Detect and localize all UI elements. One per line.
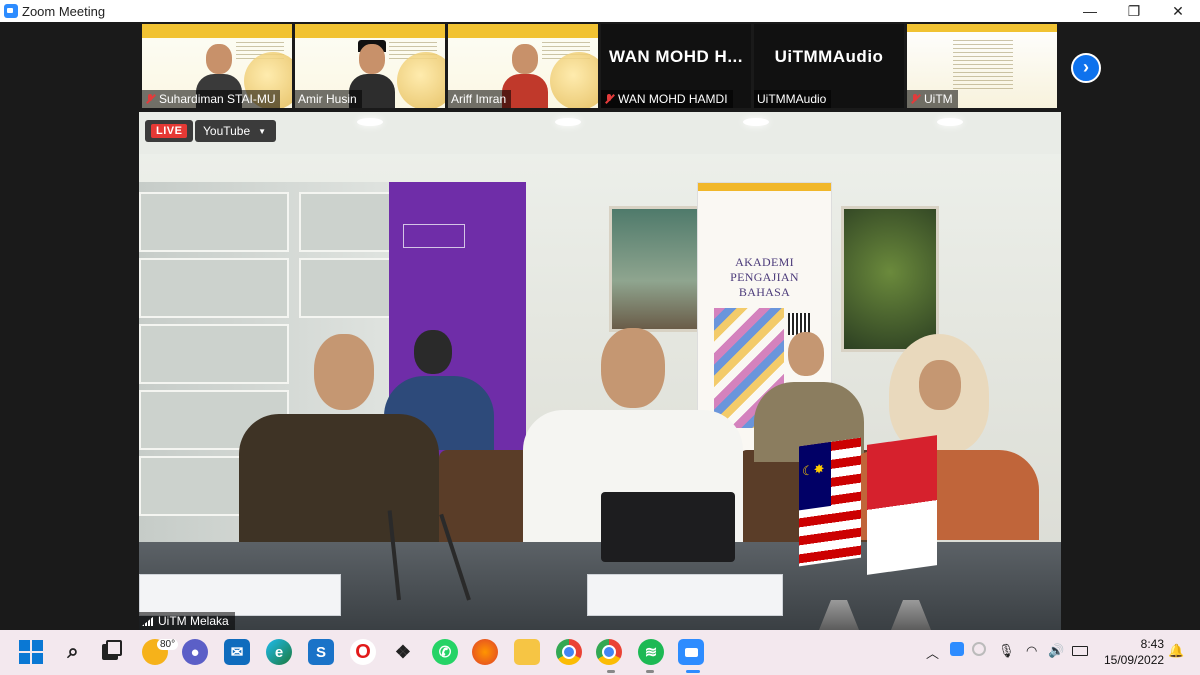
whatsapp-icon[interactable]: ✆ [432, 639, 458, 665]
chrome-icon[interactable] [556, 639, 582, 665]
battery-icon[interactable] [1072, 646, 1088, 656]
chrome-profile-icon[interactable] [596, 639, 622, 665]
participant-name: Suhardiman STAI-MU [159, 92, 276, 106]
person-seated-left [239, 334, 439, 544]
ceiling-light [937, 118, 963, 126]
dropbox-icon[interactable]: ❖ [390, 639, 416, 665]
ceiling-light [357, 118, 383, 126]
tablet-device [601, 492, 735, 562]
meeting-area: Suhardiman STAI-MU Amir Husin Ariff Imra… [0, 22, 1200, 630]
mic-muted-icon [910, 94, 920, 104]
zoom-app-icon [4, 4, 18, 18]
wall-painting [609, 206, 707, 332]
clock-time: 8:43 [1140, 637, 1164, 651]
caret-down-icon: ▼ [258, 127, 267, 136]
spotify-icon[interactable]: ≋ [638, 639, 664, 665]
system-clock[interactable]: 8:43 15/09/2022 [1104, 636, 1164, 668]
weather-temperature: 80° [157, 639, 179, 650]
participant-name: UiTMMAudio [757, 92, 827, 106]
participant-name: Ariff Imran [451, 92, 507, 106]
youtube-stream-dropdown[interactable]: YouTube ▼ [195, 120, 277, 142]
running-indicator [646, 670, 654, 673]
mic-muted-icon [145, 94, 155, 104]
live-label: LIVE [151, 124, 188, 138]
task-view-icon[interactable] [100, 639, 126, 665]
university-logo [403, 224, 465, 248]
participant-display-name: WAN MOHD H... [609, 47, 743, 66]
app-s-icon[interactable]: S [308, 639, 334, 665]
indonesia-flag [867, 435, 937, 575]
speaker-name: UiTM Melaka [158, 614, 229, 628]
chevron-up-icon[interactable]: ︿ [926, 643, 939, 662]
restore-button[interactable]: ❐ [1112, 0, 1156, 22]
ceiling-light [555, 118, 581, 126]
active-indicator [686, 670, 700, 673]
participant-name: Amir Husin [298, 92, 357, 106]
participant-tile[interactable]: Ariff Imran [448, 24, 598, 108]
participant-name: WAN MOHD HAMDI [618, 92, 728, 106]
close-button[interactable]: ✕ [1156, 0, 1200, 22]
participant-tile[interactable]: Amir Husin [295, 24, 445, 108]
participant-tile[interactable]: UiTMMAudio UiTMMAudio [754, 24, 904, 108]
window-title: Zoom Meeting [22, 4, 106, 19]
clock-date: 15/09/2022 [1104, 653, 1165, 667]
participant-tile[interactable]: UiTM [907, 24, 1057, 108]
volume-icon[interactable]: 🔊 [1048, 643, 1064, 659]
running-indicator [607, 670, 615, 673]
stream-label: YouTube [203, 124, 251, 138]
name-plate [139, 574, 341, 616]
zoom-tray-icon[interactable] [950, 642, 964, 656]
participant-namebar: Suhardiman STAI-MU [142, 90, 281, 108]
participant-namebar: UiTMMAudio [754, 90, 832, 108]
window-titlebar: Zoom Meeting — ❐ ✕ [0, 0, 1200, 22]
wifi-icon[interactable]: ◠ [1026, 643, 1037, 659]
file-explorer-icon[interactable] [514, 639, 540, 665]
malaysia-flag [799, 437, 861, 567]
participant-namebar: WAN MOHD HAMDI [601, 90, 733, 108]
ceiling [139, 112, 1061, 154]
speaker-namebar: UiTM Melaka [139, 612, 235, 630]
opera-icon[interactable]: O [350, 639, 376, 665]
participant-namebar: UiTM [907, 90, 958, 108]
ceiling-light [743, 118, 769, 126]
zoom-icon[interactable] [678, 639, 704, 665]
notification-icon[interactable]: 🔔 [1168, 643, 1184, 659]
windows-start-icon[interactable] [18, 639, 44, 665]
mail-icon[interactable]: ✉ [224, 639, 250, 665]
participant-gallery: Suhardiman STAI-MU Amir Husin Ariff Imra… [0, 22, 1200, 112]
mic-muted-icon [604, 94, 614, 104]
tray-app-icon[interactable] [972, 642, 986, 656]
participant-name: UiTM [924, 92, 953, 106]
microphone-icon[interactable]: 🎙 [998, 643, 1015, 659]
teams-chat-icon[interactable]: ● [182, 639, 208, 665]
academy-banner-text: AKADEMI PENGAJIAN BAHASA [730, 255, 799, 299]
wall-painting [841, 206, 939, 352]
taskbar: ⌕ 80° ● ✉ e S O ❖ ✆ ≋ ︿ 🎙 ◠ 🔊 8:43 15/09… [0, 630, 1200, 675]
minimize-button[interactable]: — [1068, 0, 1112, 22]
name-plate [587, 574, 783, 616]
signal-strength-icon [142, 616, 154, 626]
participant-display-name: UiTMMAudio [774, 47, 884, 66]
search-icon[interactable]: ⌕ [60, 639, 86, 665]
edge-icon[interactable]: e [266, 639, 292, 665]
participant-tile[interactable]: Suhardiman STAI-MU [142, 24, 292, 108]
participant-tile[interactable]: WAN MOHD H... WAN MOHD HAMDI [601, 24, 751, 108]
participant-namebar: Ariff Imran [448, 90, 512, 108]
next-page-button[interactable]: › [1071, 53, 1101, 83]
participant-namebar: Amir Husin [295, 90, 362, 108]
firefox-icon[interactable] [472, 639, 498, 665]
active-speaker-video[interactable]: AKADEMI PENGAJIAN BAHASA ☾✸ LIVE YouTube… [139, 112, 1061, 630]
live-indicator[interactable]: LIVE [145, 120, 194, 142]
